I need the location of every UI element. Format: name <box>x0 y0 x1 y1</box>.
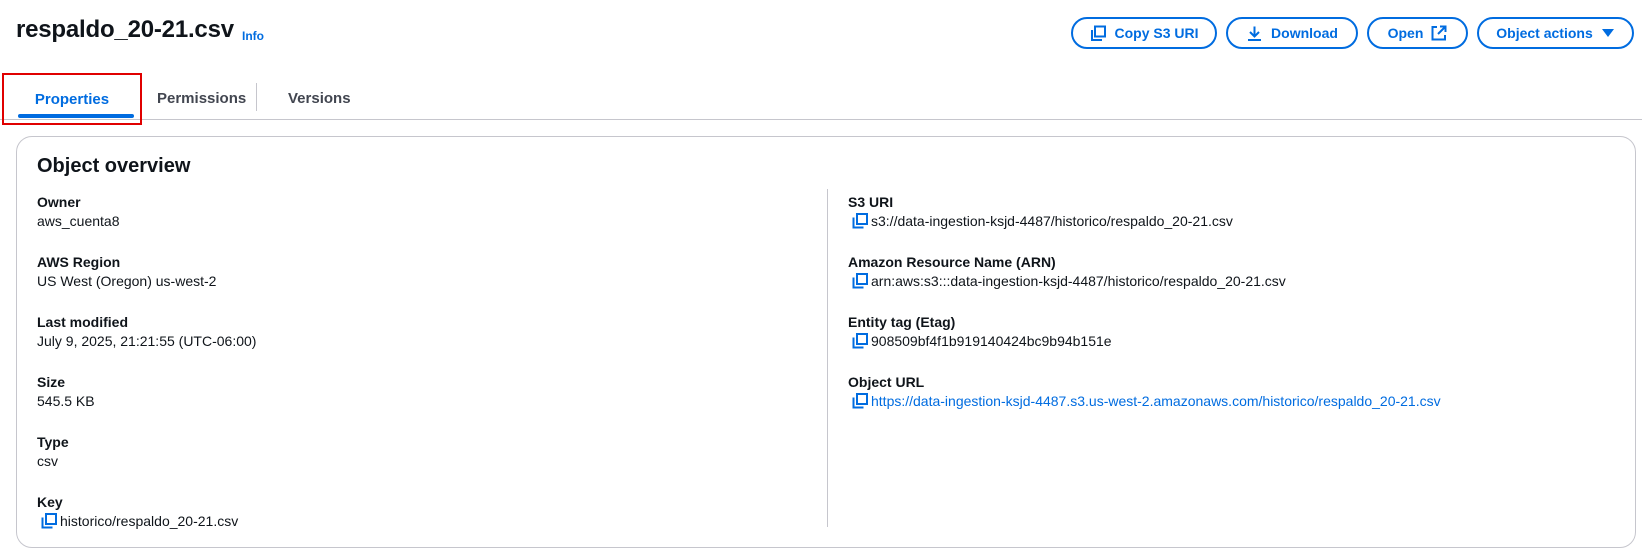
key-value: historico/respaldo_20-21.csv <box>60 513 239 529</box>
field-value: 545.5 KB <box>37 393 95 409</box>
etag-field: Entity tag (Etag) 908509bf4f1b919140424b… <box>848 313 1608 373</box>
copy-icon[interactable] <box>851 272 869 290</box>
field-label: Owner <box>37 194 81 210</box>
field-label: Amazon Resource Name (ARN) <box>848 254 1056 270</box>
field-label: Key <box>37 494 63 510</box>
caret-down-icon <box>1601 27 1615 39</box>
panel-title: Object overview <box>37 155 191 177</box>
last-modified-field: Last modified July 9, 2025, 21:21:55 (UT… <box>37 313 817 373</box>
field-label: Entity tag (Etag) <box>848 314 956 330</box>
field-label: AWS Region <box>37 254 121 270</box>
header-actions: Copy S3 URI Download Open Object actions <box>1071 17 1634 49</box>
object-header: respaldo_20-21.csv Info Copy S3 URI Down… <box>0 0 1642 66</box>
info-link[interactable]: Info <box>242 29 264 43</box>
field-value-row: s3://data-ingestion-ksjd-4487/historico/… <box>848 211 1608 231</box>
open-button[interactable]: Open <box>1367 17 1468 49</box>
arn-value: arn:aws:s3:::data-ingestion-ksjd-4487/hi… <box>871 273 1286 289</box>
field-value-row: historico/respaldo_20-21.csv <box>37 511 817 531</box>
owner-field: Owner aws_cuenta8 <box>37 193 817 253</box>
download-icon <box>1246 25 1263 42</box>
tab-properties-label: Properties <box>34 90 110 108</box>
column-divider <box>827 189 828 527</box>
field-value: aws_cuenta8 <box>37 213 120 229</box>
object-overview-panel: Object overview Owner aws_cuenta8 AWS Re… <box>16 136 1636 548</box>
field-value: July 9, 2025, 21:21:55 (UTC-06:00) <box>37 333 257 349</box>
field-label: Type <box>37 434 69 450</box>
tab-permissions-label: Permissions <box>157 89 247 107</box>
size-field: Size 545.5 KB <box>37 373 817 433</box>
copy-icon[interactable] <box>851 332 869 350</box>
type-field: Type csv <box>37 433 817 493</box>
tab-properties[interactable]: Properties <box>2 73 142 125</box>
page-title: respaldo_20-21.csv <box>16 16 234 43</box>
object-actions-button[interactable]: Object actions <box>1477 17 1634 49</box>
download-button[interactable]: Download <box>1226 17 1358 49</box>
object-url-link[interactable]: https://data-ingestion-ksjd-4487.s3.us-w… <box>871 391 1441 411</box>
copy-s3-uri-label: Copy S3 URI <box>1114 25 1199 41</box>
field-value-row: arn:aws:s3:::data-ingestion-ksjd-4487/hi… <box>848 271 1608 291</box>
object-actions-label: Object actions <box>1496 25 1593 41</box>
tab-versions[interactable]: Versions <box>288 76 351 120</box>
field-value: US West (Oregon) us-west-2 <box>37 273 217 289</box>
open-label: Open <box>1387 25 1424 41</box>
field-value-row: https://data-ingestion-ksjd-4487.s3.us-w… <box>848 391 1608 411</box>
overview-left-column: Owner aws_cuenta8 AWS Region US West (Or… <box>37 193 817 553</box>
copy-icon <box>1090 25 1107 42</box>
etag-value: 908509bf4f1b919140424bc9b94b151e <box>871 333 1112 349</box>
arn-field: Amazon Resource Name (ARN) arn:aws:s3:::… <box>848 253 1608 313</box>
field-label: Object URL <box>848 374 925 390</box>
field-label: Last modified <box>37 314 129 330</box>
field-value-row: 908509bf4f1b919140424bc9b94b151e <box>848 331 1608 351</box>
download-label: Download <box>1271 25 1338 41</box>
copy-s3-uri-button[interactable]: Copy S3 URI <box>1071 17 1217 49</box>
active-tab-indicator <box>18 114 134 118</box>
overview-right-column: S3 URI s3://data-ingestion-ksjd-4487/his… <box>848 193 1608 433</box>
external-link-icon <box>1431 25 1447 41</box>
field-label: S3 URI <box>848 194 894 210</box>
tab-permissions[interactable]: Permissions <box>157 76 246 120</box>
tab-bar: Properties Permissions Versions <box>0 73 1642 125</box>
object-url-field: Object URL https://data-ingestion-ksjd-4… <box>848 373 1608 433</box>
copy-icon[interactable] <box>851 212 869 230</box>
key-field: Key historico/respaldo_20-21.csv <box>37 493 817 553</box>
field-label: Size <box>37 374 66 390</box>
region-field: AWS Region US West (Oregon) us-west-2 <box>37 253 817 313</box>
tab-divider <box>256 83 257 111</box>
field-value: csv <box>37 453 58 469</box>
tab-versions-label: Versions <box>288 89 351 107</box>
s3-uri-field: S3 URI s3://data-ingestion-ksjd-4487/his… <box>848 193 1608 253</box>
s3-uri-value: s3://data-ingestion-ksjd-4487/historico/… <box>871 213 1233 229</box>
copy-icon[interactable] <box>40 512 58 530</box>
copy-icon[interactable] <box>851 392 869 410</box>
